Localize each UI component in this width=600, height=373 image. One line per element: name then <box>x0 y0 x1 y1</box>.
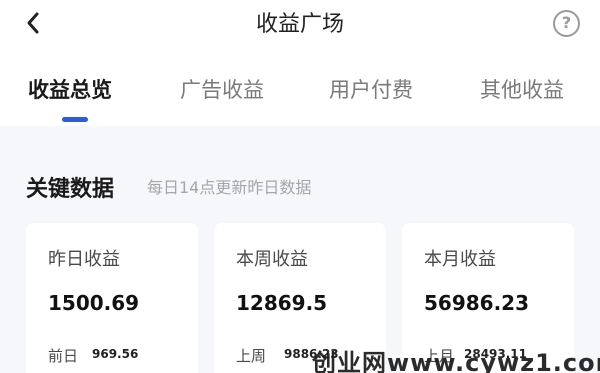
watermark: 创业网www.cywz1.com <box>312 349 600 373</box>
tab-ad-revenue[interactable]: 广告收益 <box>180 74 264 104</box>
page-title: 收益广场 <box>255 12 344 37</box>
section-title: 关键数据 <box>26 177 115 202</box>
stat-card-yesterday[interactable]: 昨日收益 1500.69 前日 969.56 <box>26 223 198 373</box>
card-label: 昨日收益 <box>48 249 120 270</box>
card-prev-label: 上周 <box>236 347 267 365</box>
card-prev-value: 969.56 <box>92 347 139 361</box>
card-label: 本月收益 <box>424 249 496 270</box>
main-content: 关键数据 每日14点更新昨日数据 昨日收益 1500.69 前日 969.56 … <box>0 126 600 373</box>
active-tab-indicator <box>62 117 88 122</box>
section-subtitle: 每日14点更新昨日数据 <box>147 178 312 197</box>
tab-other-revenue[interactable]: 其他收益 <box>480 74 564 104</box>
app-header: 收益广场 ? <box>0 0 600 50</box>
card-value: 1500.69 <box>48 291 140 315</box>
card-label: 本周收益 <box>236 249 308 270</box>
tab-bar: 收益总览 广告收益 用户付费 其他收益 <box>0 62 600 124</box>
card-value: 12869.5 <box>236 291 328 315</box>
question-circle-icon[interactable]: ? <box>553 10 580 37</box>
tab-user-payment[interactable]: 用户付费 <box>329 74 413 104</box>
card-value: 56986.23 <box>424 291 530 315</box>
card-prev-label: 前日 <box>48 347 79 365</box>
tab-overview[interactable]: 收益总览 <box>28 74 112 104</box>
